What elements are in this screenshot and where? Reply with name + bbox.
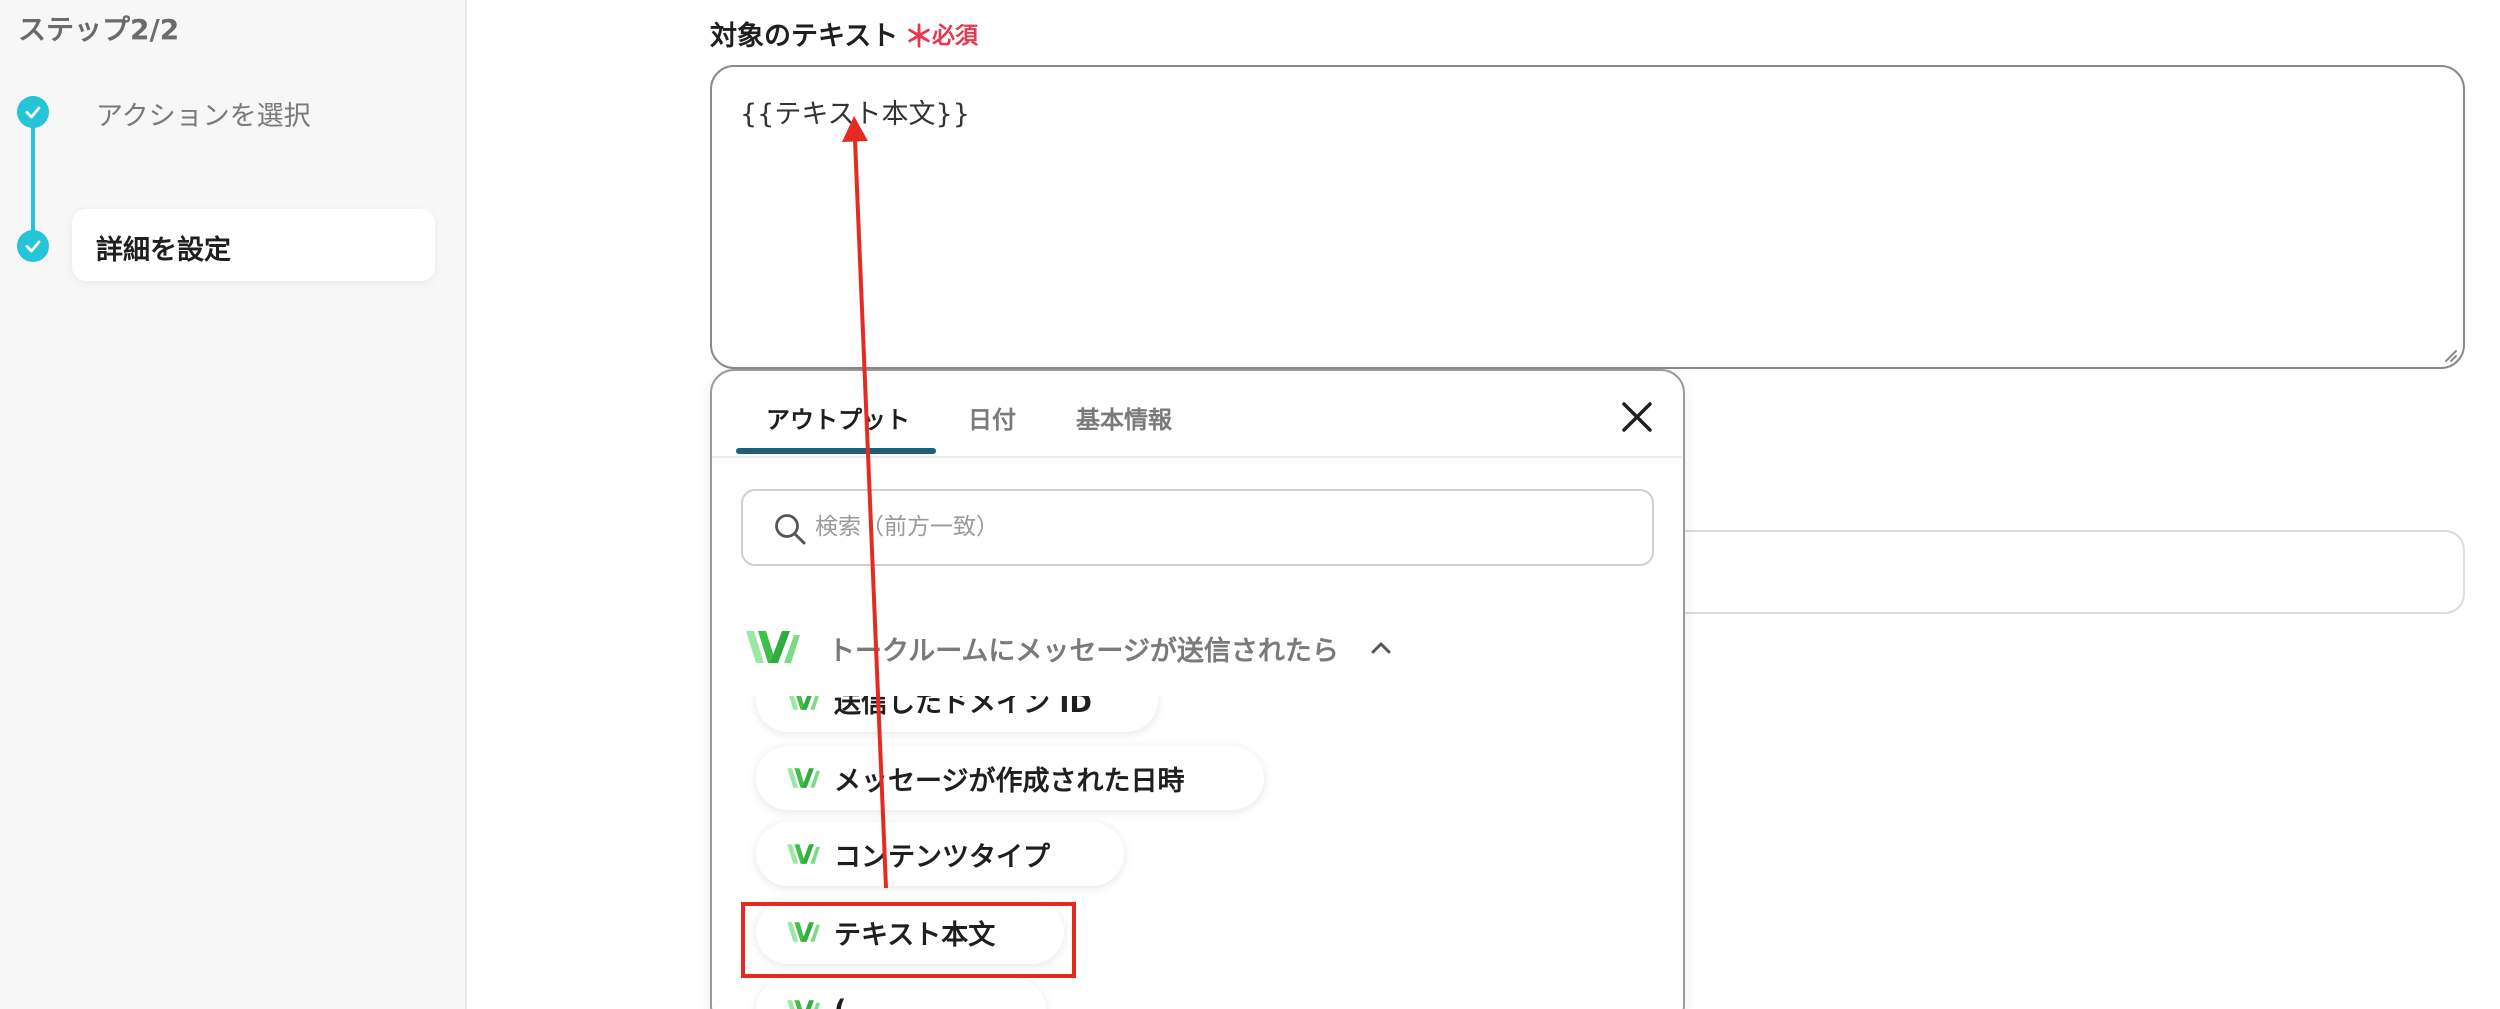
app-logo-icon — [789, 696, 819, 710]
output-item-created-at[interactable]: メッセージが作成された日時 — [756, 746, 1264, 810]
textarea-value: {{テキスト本文}} — [740, 99, 970, 130]
check-icon — [17, 96, 49, 128]
app-logo-icon — [787, 844, 820, 864]
output-item-label: メッセージが作成された日時 — [834, 765, 1185, 797]
secondary-input-field[interactable] — [1660, 530, 2465, 614]
search-input[interactable] — [815, 505, 1635, 549]
tab-output[interactable]: アウトプット — [766, 400, 910, 435]
check-icon — [17, 230, 49, 262]
tab-date[interactable]: 日付 — [968, 400, 1016, 435]
output-item-next[interactable]: ( — [756, 978, 1046, 1009]
highlight-annotation-box — [741, 902, 1076, 978]
output-item-content-type[interactable]: コンテンツタイプ — [756, 822, 1124, 886]
required-star: ＊ — [904, 20, 934, 55]
resize-grip-icon[interactable] — [2440, 345, 2458, 363]
field-label: 対象のテキスト — [710, 21, 899, 52]
active-tab-indicator — [736, 448, 936, 454]
target-text-textarea[interactable] — [710, 65, 2465, 369]
chevron-up-icon[interactable] — [1368, 638, 1394, 658]
output-item-label: ( — [834, 995, 846, 1009]
app-logo-icon — [787, 768, 820, 788]
step-progress-line — [31, 112, 35, 246]
app-logo-icon — [787, 1000, 820, 1009]
close-icon[interactable] — [1618, 398, 1656, 436]
output-item-domain-id[interactable]: 送信したドメイン ID — [756, 696, 1158, 732]
output-item-label: コンテンツタイプ — [834, 841, 1050, 873]
step-header: ステップ2/2 — [18, 13, 180, 46]
required-badge: 必須 — [932, 23, 978, 49]
output-item-label: 送信したドメイン ID — [834, 696, 1092, 719]
tab-basic-info[interactable]: 基本情報 — [1076, 400, 1172, 435]
tab-divider — [712, 456, 1682, 458]
search-icon — [775, 514, 806, 545]
step-item-set-details[interactable]: 詳細を設定 — [96, 228, 231, 267]
step-item-select-action[interactable]: アクションを選択 — [96, 94, 311, 133]
sidebar: ステップ2/2 アクションを選択 詳細を設定 — [0, 0, 467, 1009]
app-logo-icon — [746, 631, 800, 663]
group-title[interactable]: トークルームにメッセージが送信されたら — [828, 629, 1339, 668]
